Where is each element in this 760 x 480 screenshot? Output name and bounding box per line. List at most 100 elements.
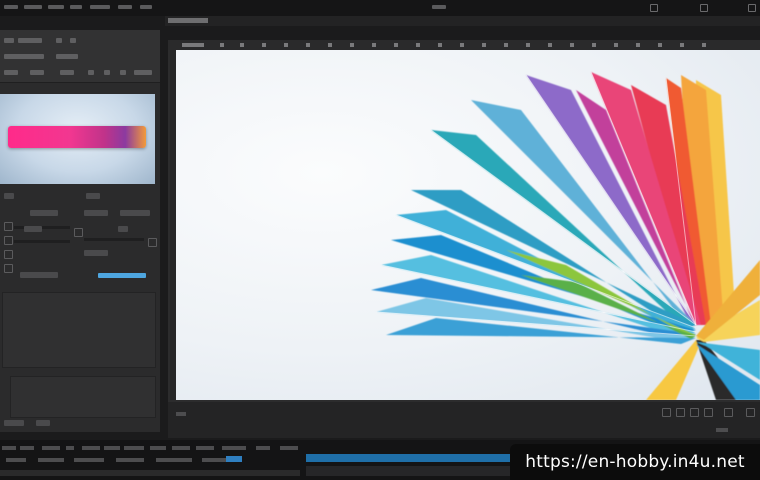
tool-button[interactable] bbox=[88, 70, 94, 75]
property-field[interactable] bbox=[84, 210, 108, 216]
property-field[interactable] bbox=[120, 210, 150, 216]
minimize-icon[interactable] bbox=[650, 4, 658, 12]
menu-item[interactable] bbox=[48, 5, 64, 9]
menu-item[interactable] bbox=[4, 5, 18, 9]
menu-item[interactable] bbox=[90, 5, 110, 9]
property-field[interactable] bbox=[30, 210, 58, 216]
menu-item[interactable] bbox=[432, 5, 446, 9]
tool-button[interactable] bbox=[30, 70, 44, 75]
tool-button[interactable] bbox=[104, 70, 110, 75]
timeline-control[interactable] bbox=[172, 446, 190, 450]
tool-button[interactable] bbox=[120, 70, 126, 75]
active-property-bar[interactable] bbox=[98, 273, 146, 278]
toolbar-tool-icon[interactable] bbox=[416, 43, 420, 47]
zoom-out-icon[interactable] bbox=[662, 408, 671, 417]
menu-item[interactable] bbox=[140, 5, 152, 9]
toolbar-tool-icon[interactable] bbox=[504, 43, 508, 47]
toolbar-tool-icon[interactable] bbox=[658, 43, 662, 47]
toolbar-tool-icon[interactable] bbox=[182, 43, 204, 47]
menu-item[interactable] bbox=[118, 5, 132, 9]
fit-icon[interactable] bbox=[690, 408, 699, 417]
timeline-control[interactable] bbox=[150, 446, 166, 450]
toolbar-tool-icon[interactable] bbox=[702, 43, 706, 47]
timeline-control[interactable] bbox=[116, 458, 144, 462]
property-checkbox[interactable] bbox=[4, 264, 13, 273]
history-panel bbox=[10, 376, 156, 418]
toolbar-tool-icon[interactable] bbox=[220, 43, 224, 47]
timeline-control[interactable] bbox=[156, 458, 192, 462]
property-field[interactable] bbox=[20, 272, 58, 278]
image-canvas[interactable] bbox=[176, 50, 760, 400]
property-checkbox[interactable] bbox=[4, 222, 13, 231]
property-field[interactable] bbox=[84, 250, 108, 256]
timeline-control[interactable] bbox=[66, 446, 74, 450]
property-checkbox[interactable] bbox=[4, 236, 13, 245]
close-icon[interactable] bbox=[748, 4, 756, 12]
toolbar-tool-icon[interactable] bbox=[614, 43, 618, 47]
toolbar-tool-icon[interactable] bbox=[262, 43, 266, 47]
document-tab[interactable] bbox=[168, 18, 208, 23]
preview-thumbnail[interactable] bbox=[0, 94, 155, 184]
tool-button[interactable] bbox=[4, 70, 18, 75]
timeline-track[interactable] bbox=[306, 466, 510, 476]
property-field[interactable] bbox=[24, 226, 42, 232]
timeline-control[interactable] bbox=[38, 458, 64, 462]
toolbar-tool-icon[interactable] bbox=[372, 43, 376, 47]
toolbar-tool-icon[interactable] bbox=[482, 43, 486, 47]
tool-button[interactable] bbox=[70, 38, 76, 43]
timeline-control[interactable] bbox=[82, 446, 100, 450]
toolbar-tool-icon[interactable] bbox=[548, 43, 552, 47]
timeline-control[interactable] bbox=[196, 446, 214, 450]
tool-button[interactable] bbox=[56, 38, 62, 43]
toolbar-tool-icon[interactable] bbox=[394, 43, 398, 47]
tool-button[interactable] bbox=[56, 54, 78, 59]
toolbar-tool-icon[interactable] bbox=[328, 43, 332, 47]
property-slider[interactable] bbox=[84, 238, 144, 241]
property-slider[interactable] bbox=[14, 240, 70, 243]
toolbar-tool-icon[interactable] bbox=[438, 43, 442, 47]
timeline-control[interactable] bbox=[256, 446, 270, 450]
tool-button[interactable] bbox=[4, 54, 44, 59]
status-label bbox=[716, 428, 728, 432]
toolbar-tool-icon[interactable] bbox=[350, 43, 354, 47]
toolbar-tool-icon[interactable] bbox=[636, 43, 640, 47]
grid-icon[interactable] bbox=[704, 408, 713, 417]
timeline-control[interactable] bbox=[6, 458, 26, 462]
tool-button[interactable] bbox=[18, 38, 42, 43]
timeline-control[interactable] bbox=[124, 446, 144, 450]
toolbar-tool-icon[interactable] bbox=[570, 43, 574, 47]
menu-item[interactable] bbox=[70, 5, 82, 9]
swap-icon[interactable] bbox=[74, 228, 83, 237]
timeline-clip[interactable] bbox=[306, 454, 510, 462]
toolbar-tool-icon[interactable] bbox=[306, 43, 310, 47]
toolbar-tool-icon[interactable] bbox=[240, 43, 244, 47]
maximize-icon[interactable] bbox=[700, 4, 708, 12]
layers-panel bbox=[2, 292, 156, 368]
property-checkbox[interactable] bbox=[4, 250, 13, 259]
toolbar-tool-icon[interactable] bbox=[680, 43, 684, 47]
swap-icon[interactable] bbox=[148, 238, 157, 247]
tool-button[interactable] bbox=[134, 70, 152, 75]
property-slider[interactable] bbox=[14, 226, 70, 229]
timeline-control[interactable] bbox=[74, 458, 104, 462]
timeline-control[interactable] bbox=[20, 446, 34, 450]
timeline-control[interactable] bbox=[280, 446, 298, 450]
tool-button[interactable] bbox=[60, 70, 74, 75]
toolbar-tool-icon[interactable] bbox=[284, 43, 288, 47]
toolbar-tool-icon[interactable] bbox=[592, 43, 596, 47]
toolbar-tool-icon[interactable] bbox=[460, 43, 464, 47]
menu-bar bbox=[0, 0, 760, 16]
toolbar-tool-icon[interactable] bbox=[526, 43, 530, 47]
menu-item[interactable] bbox=[24, 5, 42, 9]
more-icon[interactable] bbox=[746, 408, 755, 417]
property-field[interactable] bbox=[118, 226, 128, 232]
settings-icon[interactable] bbox=[724, 408, 733, 417]
timeline-control[interactable] bbox=[104, 446, 120, 450]
timeline-control[interactable] bbox=[2, 446, 16, 450]
timeline-control[interactable] bbox=[42, 446, 60, 450]
timeline-clip[interactable] bbox=[226, 456, 242, 462]
timeline-track[interactable] bbox=[0, 470, 300, 476]
timeline-control[interactable] bbox=[222, 446, 246, 450]
zoom-in-icon[interactable] bbox=[676, 408, 685, 417]
tool-button[interactable] bbox=[4, 38, 14, 43]
